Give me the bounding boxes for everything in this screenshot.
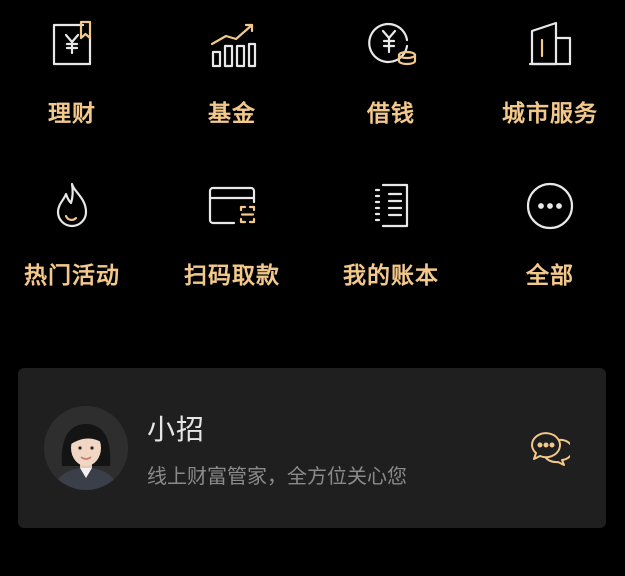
service-hot-activities[interactable]: 热门活动 [0,170,147,300]
service-row-1: 理财 基金 借钱 城市服务 [0,8,625,138]
service-label: 借钱 [367,101,415,127]
flame-icon [44,178,100,234]
city-services-icon [522,16,578,72]
service-all[interactable]: 全部 [475,170,625,300]
chat-bubbles-icon[interactable] [526,426,570,470]
assistant-name: 小招 [147,413,206,446]
service-label: 我的账本 [343,263,439,289]
service-label: 基金 [208,101,256,127]
service-city-services[interactable]: 城市服务 [475,8,625,138]
service-label: 城市服务 [502,101,598,127]
service-scan-withdraw[interactable]: 扫码取款 [157,170,307,300]
wealth-management-icon [44,16,100,72]
service-row-2: 热门活动 扫码取款 我的账本 全部 [0,170,625,300]
borrow-money-icon [363,16,419,72]
service-my-ledger[interactable]: 我的账本 [316,170,466,300]
service-label: 全部 [526,263,574,289]
ledger-icon [363,178,419,234]
service-fund[interactable]: 基金 [157,8,307,138]
service-wealth-management[interactable]: 理财 [0,8,147,138]
fund-chart-icon [204,16,260,72]
service-borrow-money[interactable]: 借钱 [316,8,466,138]
assistant-card[interactable]: 小招 线上财富管家，全方位关心您 [18,368,606,528]
service-label: 理财 [48,101,96,127]
service-label: 扫码取款 [184,263,280,289]
assistant-avatar [44,406,128,490]
scan-card-icon [204,178,260,234]
more-icon [522,178,578,234]
assistant-description: 线上财富管家，全方位关心您 [147,464,407,488]
service-label: 热门活动 [24,263,120,289]
